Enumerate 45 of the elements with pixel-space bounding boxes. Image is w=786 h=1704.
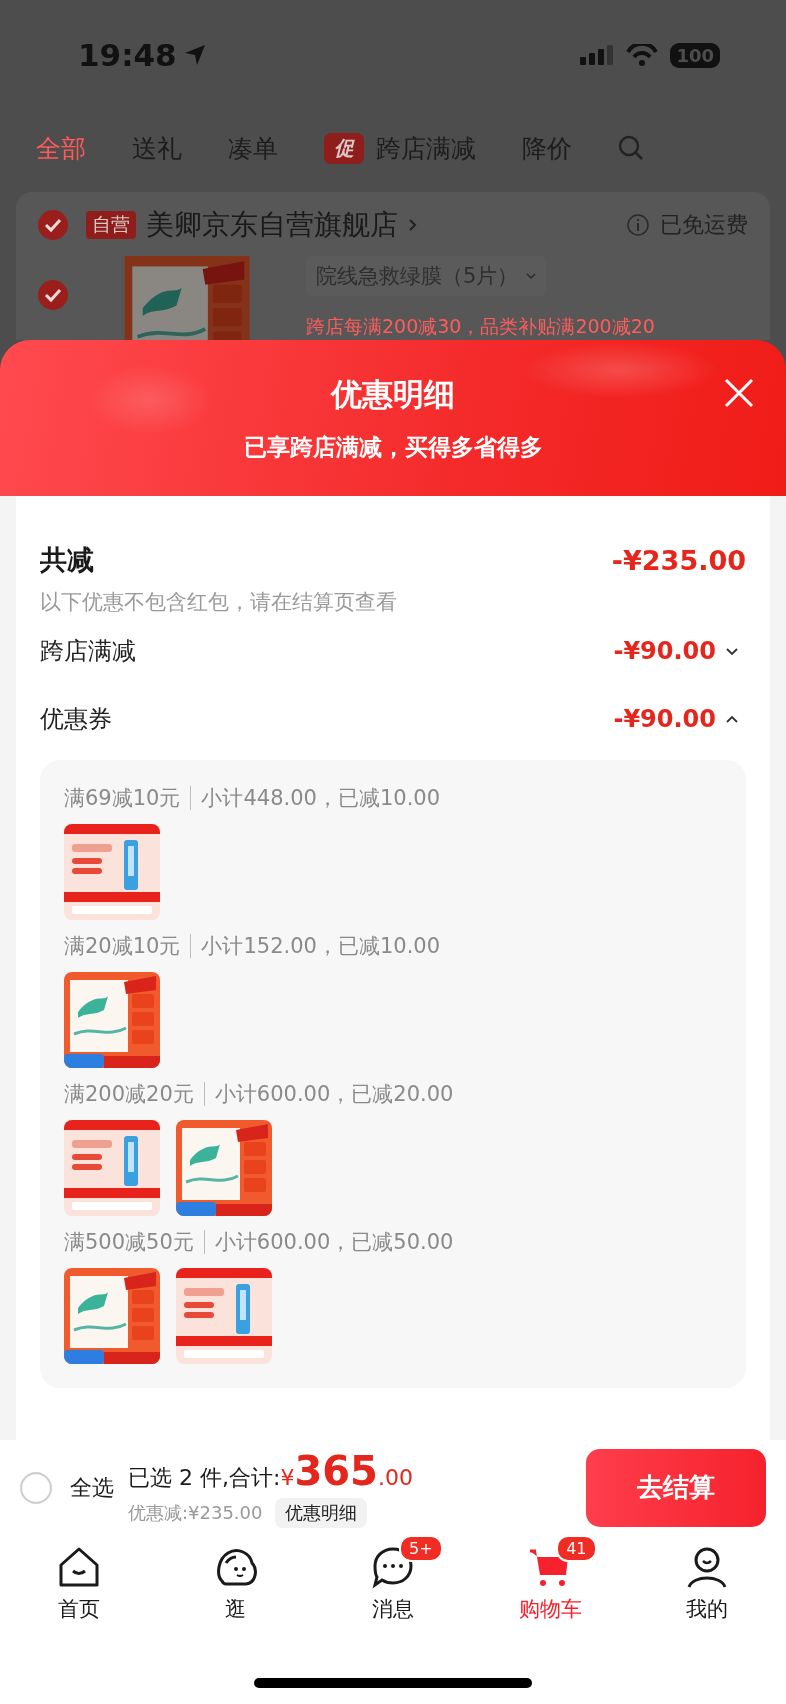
battery-level: 100 bbox=[670, 42, 720, 68]
nav-tab[interactable]: 消息 bbox=[372, 1595, 414, 1623]
discount-label: 跨店满减 bbox=[40, 636, 136, 667]
store-tag: 自营 bbox=[86, 211, 136, 239]
coupon-rule: 满500减50元 bbox=[64, 1229, 194, 1256]
select-all-label[interactable]: 全选 bbox=[70, 1472, 114, 1503]
discount-label: 优惠券 bbox=[40, 704, 112, 735]
checkbox[interactable] bbox=[38, 210, 68, 240]
nav-tab[interactable]: 购物车 bbox=[518, 1595, 582, 1623]
discount-row[interactable]: 跨店满减 -¥90.00 bbox=[40, 618, 746, 684]
note-text: 以下优惠不包含红包，请在结算页查看 bbox=[40, 589, 398, 616]
select-all-radio[interactable] bbox=[20, 1471, 52, 1504]
discount-detail-button[interactable]: 优惠明细 bbox=[274, 1497, 367, 1528]
nav-tab[interactable]: 首页 bbox=[57, 1595, 100, 1623]
wifi-icon bbox=[626, 44, 659, 66]
total-discount-label: 共减 bbox=[40, 543, 94, 577]
discount-row[interactable]: 优惠券 -¥90.00 bbox=[40, 686, 746, 752]
coupon-subtotal: 小计152.00，已减10.00 bbox=[201, 933, 441, 960]
nav-tab[interactable]: 我的 bbox=[686, 1595, 729, 1623]
caret-icon bbox=[526, 272, 537, 280]
total-discount-amount: -¥235.00 bbox=[611, 544, 746, 576]
close-icon[interactable] bbox=[724, 378, 754, 408]
discount-total: 优惠减:¥235.00 bbox=[128, 1500, 263, 1525]
count-badge: 5+ bbox=[399, 1535, 443, 1562]
signal-icon bbox=[580, 45, 615, 65]
checkbox[interactable] bbox=[38, 280, 68, 310]
coupon-subtotal: 小计448.00，已减10.00 bbox=[201, 785, 441, 812]
promo-text: 跨店每满200减30，品类补贴满200减20 bbox=[306, 314, 655, 339]
discount-amount: -¥90.00 bbox=[613, 705, 716, 733]
coupon-subtotal: 小计600.00，已减20.00 bbox=[214, 1081, 454, 1108]
coupon-rule: 满20减10元 bbox=[64, 933, 181, 960]
promo-badge: 促 bbox=[324, 132, 364, 164]
nav-tab[interactable]: 逛 bbox=[225, 1595, 247, 1623]
coupon-subtotal: 小计600.00，已减50.00 bbox=[214, 1229, 454, 1256]
selected-count: 已选 2 件,合计: bbox=[128, 1463, 281, 1492]
count-badge: 41 bbox=[556, 1535, 597, 1562]
discount-amount: -¥90.00 bbox=[613, 637, 716, 665]
coupon-rule: 满200减20元 bbox=[64, 1081, 194, 1108]
chevron-icon bbox=[408, 218, 418, 232]
coupon-rule: 满69减10元 bbox=[64, 785, 181, 812]
total-price: ¥365.00 bbox=[280, 1447, 413, 1494]
sheet-subtitle: 已享跨店满减，买得多省得多 bbox=[243, 432, 543, 462]
sheet-title: 优惠明细 bbox=[331, 374, 455, 414]
status-time: 19:48 bbox=[78, 37, 177, 73]
checkout-button[interactable]: 去结算 bbox=[586, 1448, 766, 1527]
